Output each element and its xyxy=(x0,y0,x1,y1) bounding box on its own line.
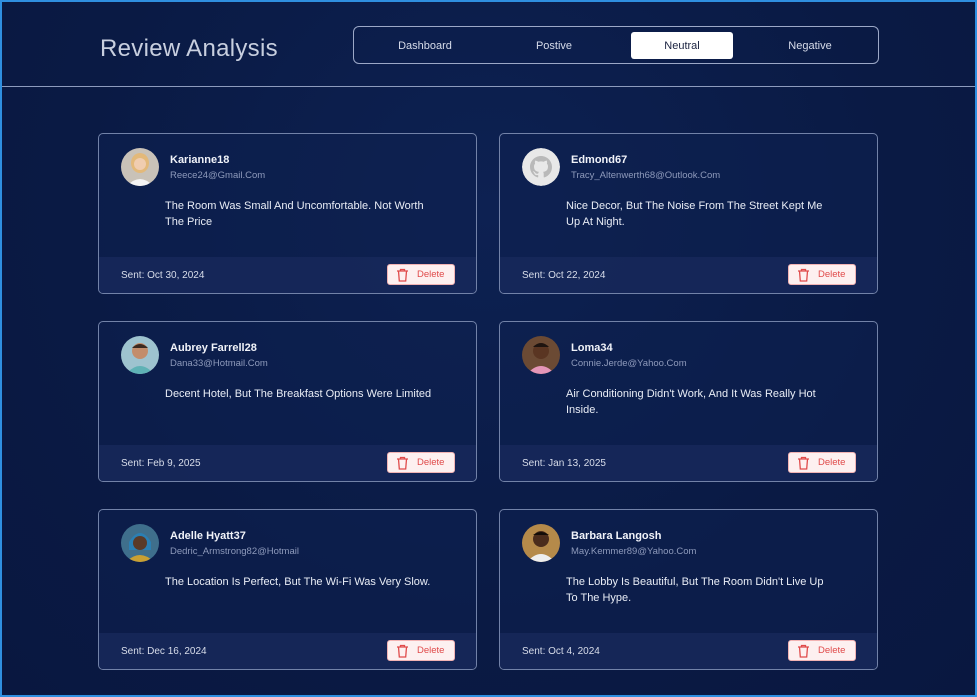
delete-label: Delete xyxy=(417,645,445,656)
page-title: Review Analysis xyxy=(100,35,278,62)
reviewer-name: Karianne18 xyxy=(170,154,230,166)
sent-date: Sent: Jan 13, 2025 xyxy=(522,458,606,469)
delete-button[interactable]: Delete xyxy=(387,264,455,285)
review-card: Adelle Hyatt37 Dedric_Armstrong82@Hotmai… xyxy=(98,509,477,670)
reviewer-email: Dedric_Armstrong82@Hotmail xyxy=(170,546,299,557)
tab-neutral[interactable]: Neutral xyxy=(631,32,733,59)
delete-label: Delete xyxy=(818,269,846,280)
sent-date: Sent: Feb 9, 2025 xyxy=(121,458,201,469)
review-text: Air Conditioning Didn't Work, And It Was… xyxy=(566,388,816,416)
sent-date: Sent: Oct 22, 2024 xyxy=(522,270,606,281)
sent-date: Sent: Oct 30, 2024 xyxy=(121,270,205,281)
review-card: Edmond67 Tracy_Altenwerth68@Outlook.Com … xyxy=(499,133,878,294)
review-card: Loma34 Connie.Jerde@Yahoo.Com Air Condit… xyxy=(499,321,878,482)
delete-label: Delete xyxy=(417,457,445,468)
reviewer-name: Loma34 xyxy=(571,342,613,354)
tab-bar: Dashboard Postive Neutral Negative xyxy=(353,26,879,64)
app-frame: Review Analysis Dashboard Postive Neutra… xyxy=(0,0,977,697)
reviewer-name: Aubrey Farrell28 xyxy=(170,342,257,354)
trash-icon xyxy=(397,644,408,658)
review-text: The Location Is Perfect, But The Wi-Fi W… xyxy=(165,576,431,588)
delete-button[interactable]: Delete xyxy=(788,452,856,473)
reviewer-email: May.Kemmer89@Yahoo.Com xyxy=(571,546,697,557)
trash-icon xyxy=(397,456,408,470)
card-footer: Sent: Oct 22, 2024 Delete xyxy=(500,257,877,293)
delete-button[interactable]: Delete xyxy=(387,640,455,661)
github-avatar xyxy=(522,148,560,186)
trash-icon xyxy=(798,268,809,282)
review-card: Karianne18 Reece24@Gmail.Com The Room Wa… xyxy=(98,133,477,294)
header: Review Analysis Dashboard Postive Neutra… xyxy=(2,2,975,87)
reviewer-name: Adelle Hyatt37 xyxy=(170,530,246,542)
review-text: Decent Hotel, But The Breakfast Options … xyxy=(165,388,432,400)
delete-label: Delete xyxy=(818,645,846,656)
trash-icon xyxy=(798,456,809,470)
reviewer-email: Connie.Jerde@Yahoo.Com xyxy=(571,358,687,369)
card-footer: Sent: Oct 4, 2024 Delete xyxy=(500,633,877,669)
reviewer-email: Tracy_Altenwerth68@Outlook.Com xyxy=(571,170,721,181)
reviewer-email: Reece24@Gmail.Com xyxy=(170,170,266,181)
sent-date: Sent: Oct 4, 2024 xyxy=(522,646,600,657)
review-text: The Room Was Small And Uncomfortable. No… xyxy=(165,200,424,228)
tab-dashboard[interactable]: Dashboard xyxy=(374,32,476,59)
woman-headwrap-avatar xyxy=(121,524,159,562)
trash-icon xyxy=(798,644,809,658)
reviewer-name: Barbara Langosh xyxy=(571,530,662,542)
man-portrait-avatar xyxy=(522,524,560,562)
woman-dark-avatar xyxy=(522,336,560,374)
delete-button[interactable]: Delete xyxy=(387,452,455,473)
card-footer: Sent: Jan 13, 2025 Delete xyxy=(500,445,877,481)
trash-icon xyxy=(397,268,408,282)
delete-button[interactable]: Delete xyxy=(788,640,856,661)
delete-button[interactable]: Delete xyxy=(788,264,856,285)
woman-blonde-avatar xyxy=(121,148,159,186)
review-text: The Lobby Is Beautiful, But The Room Did… xyxy=(566,576,824,604)
sent-date: Sent: Dec 16, 2024 xyxy=(121,646,207,657)
man-smiling-avatar xyxy=(121,336,159,374)
review-card: Barbara Langosh May.Kemmer89@Yahoo.Com T… xyxy=(499,509,878,670)
tab-negative[interactable]: Negative xyxy=(759,32,861,59)
delete-label: Delete xyxy=(417,269,445,280)
tab-positive[interactable]: Postive xyxy=(503,32,605,59)
card-footer: Sent: Feb 9, 2025 Delete xyxy=(99,445,476,481)
review-text: Nice Decor, But The Noise From The Stree… xyxy=(566,200,823,228)
review-card: Aubrey Farrell28 Dana33@Hotmail.Com Dece… xyxy=(98,321,477,482)
delete-label: Delete xyxy=(818,457,846,468)
reviewer-name: Edmond67 xyxy=(571,154,628,166)
card-footer: Sent: Oct 30, 2024 Delete xyxy=(99,257,476,293)
reviewer-email: Dana33@Hotmail.Com xyxy=(170,358,268,369)
card-footer: Sent: Dec 16, 2024 Delete xyxy=(99,633,476,669)
